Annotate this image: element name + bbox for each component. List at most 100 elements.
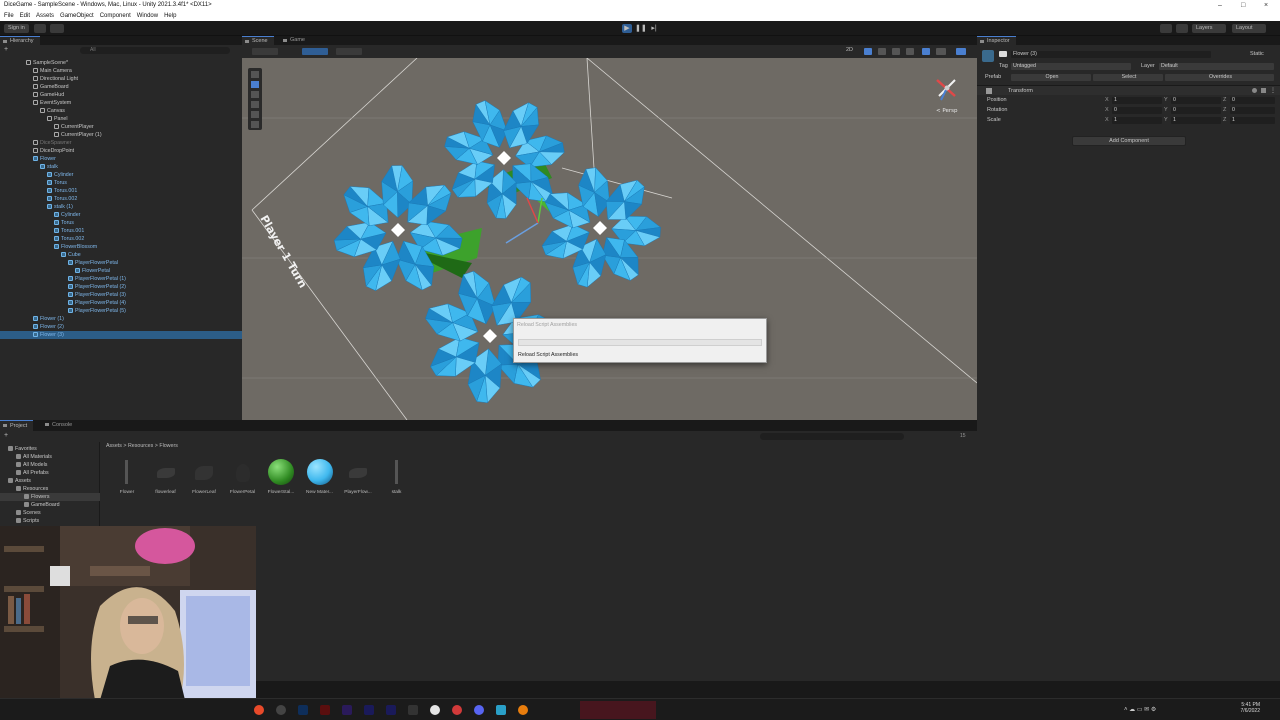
scene-viewport[interactable]: Player 1 Turn < Persp [242,58,977,420]
premiere-icon[interactable] [342,705,352,715]
chrome-icon[interactable] [254,705,264,715]
active-checkbox[interactable] [999,51,1007,57]
hierarchy-item[interactable]: DiceDropPoint [0,147,242,155]
more-options-icon[interactable]: ⋮ [1270,87,1276,94]
transform-z-field[interactable]: 0 [1230,97,1275,104]
hierarchy-search-input[interactable]: All [80,47,230,54]
maximize-icon[interactable]: □ [1241,0,1245,11]
prefab-open-button[interactable]: Open [1011,74,1091,81]
menu-item-window[interactable]: Window [137,13,158,19]
hierarchy-item[interactable]: Directional Light [0,75,242,83]
project-tree-item[interactable]: Scenes [0,509,100,517]
hierarchy-item[interactable]: GameBoard [0,83,242,91]
hierarchy-item[interactable]: Torus.002 [0,235,242,243]
hierarchy-item[interactable]: PlayerFlowerPetal (2) [0,283,242,291]
illustrator-icon[interactable] [320,705,330,715]
prefab-overrides-dropdown[interactable]: Overrides [1165,74,1274,81]
hierarchy-item[interactable]: stalk (1) [0,203,242,211]
project-tree-item[interactable]: Favorites [0,445,100,453]
transform-header[interactable]: Transform ⋮ [977,85,1280,95]
transform-x-field[interactable]: 1 [1112,117,1162,124]
transform-y-field[interactable]: 0 [1171,97,1221,104]
help-icon[interactable] [1252,88,1257,93]
pause-button[interactable]: ❚❚ [635,24,647,33]
asset-item[interactable]: Flower [111,458,143,495]
hierarchy-item[interactable]: Torus.001 [0,187,242,195]
hierarchy-item[interactable]: Torus.002 [0,195,242,203]
audio-toggle-icon[interactable] [878,48,886,55]
hierarchy-item[interactable]: Main Camera [0,67,242,75]
persp-label[interactable]: < Persp [936,108,958,114]
collab-icon[interactable] [50,24,64,33]
minimize-icon[interactable]: – [1218,0,1222,11]
tab-project[interactable]: Project [0,420,34,431]
hidden-objects-icon[interactable] [906,48,914,55]
hierarchy-item[interactable]: Cylinder [0,171,242,179]
transform-z-field[interactable]: 1 [1230,117,1275,124]
menu-item-gameobject[interactable]: GameObject [60,13,94,19]
breadcrumb-item[interactable]: Assets [106,443,122,449]
hierarchy-item[interactable]: PlayerFlowerPetal [0,259,242,267]
tab-console[interactable]: Console [42,420,79,431]
transform-tool-icon[interactable] [251,121,259,128]
transform-x-field[interactable]: 0 [1112,107,1162,114]
static-toggle[interactable]: Static [1250,51,1264,57]
move-tool-icon[interactable] [251,81,259,88]
scene-search-icon[interactable] [956,48,966,55]
transform-x-field[interactable]: 1 [1112,97,1162,104]
hierarchy-item[interactable]: FlowerBlossom [0,243,242,251]
asset-item[interactable]: FlowerPetal [227,458,259,495]
layers-dropdown[interactable]: Layers [1192,24,1226,33]
blender-icon[interactable] [518,705,528,715]
audition-icon[interactable] [386,705,396,715]
hierarchy-item[interactable]: Flower (3) [0,331,242,339]
project-tree-item[interactable]: All Models [0,461,100,469]
cloud-icon[interactable] [34,24,46,33]
menu-item-help[interactable]: Help [164,13,176,19]
object-name-field[interactable]: Flower (3) [1011,51,1211,58]
transform-y-field[interactable]: 1 [1171,117,1221,124]
transform-z-field[interactable]: 0 [1230,107,1275,114]
project-tree-item[interactable]: All Prefabs [0,469,100,477]
history-icon[interactable] [1160,24,1172,33]
hierarchy-item[interactable]: PlayerFlowerPetal (5) [0,307,242,315]
breadcrumb-item[interactable]: Resources [128,443,153,449]
clock[interactable]: 5:41 PM 7/6/2022 [1232,702,1260,714]
rect-tool-icon[interactable] [251,111,259,118]
unity-icon[interactable] [430,705,440,715]
add-icon[interactable]: + [4,46,12,53]
close-icon[interactable]: × [1264,0,1268,11]
project-tree-item[interactable]: All Materials [0,453,100,461]
tab-inspector[interactable]: Inspector [977,36,1016,45]
hierarchy-item[interactable]: Flower (2) [0,323,242,331]
gizmos-dropdown[interactable] [936,48,946,55]
prefab-select-button[interactable]: Select [1093,74,1163,81]
hierarchy-item[interactable]: PlayerFlowerPetal (1) [0,275,242,283]
project-search-input[interactable] [760,433,904,440]
tray-icons[interactable]: ˄ ☁ ▭ ✉ ⚙ [1124,706,1184,714]
sign-in-button[interactable]: Sign in [4,24,29,33]
hierarchy-item[interactable]: Canvas [0,107,242,115]
presets-icon[interactable] [1261,88,1266,93]
rotate-tool-icon[interactable] [251,91,259,98]
menu-item-assets[interactable]: Assets [36,13,54,19]
project-tree-item[interactable]: Resources [0,485,100,493]
discord-icon[interactable] [474,705,484,715]
hierarchy-item[interactable]: GameHud [0,91,242,99]
layer-dropdown[interactable]: Default [1159,63,1274,70]
hierarchy-item[interactable]: SampleScene* [0,59,242,67]
hierarchy-item[interactable]: PlayerFlowerPetal (4) [0,299,242,307]
hierarchy-item[interactable]: Panel [0,115,242,123]
hierarchy-item[interactable]: stalk [0,163,242,171]
hand-tool-icon[interactable] [251,71,259,78]
after-effects-icon[interactable] [364,705,374,715]
project-tree-item[interactable]: Flowers [0,493,100,501]
transform-y-field[interactable]: 0 [1171,107,1221,114]
vscode-icon[interactable] [496,705,506,715]
obs-icon[interactable] [452,705,462,715]
scale-tool-icon[interactable] [251,101,259,108]
layout-dropdown[interactable]: Layout [1232,24,1266,33]
asset-item[interactable]: FlowerStal... [265,458,297,495]
pivot-toggle[interactable] [302,48,328,55]
lighting-toggle-icon[interactable] [864,48,872,55]
